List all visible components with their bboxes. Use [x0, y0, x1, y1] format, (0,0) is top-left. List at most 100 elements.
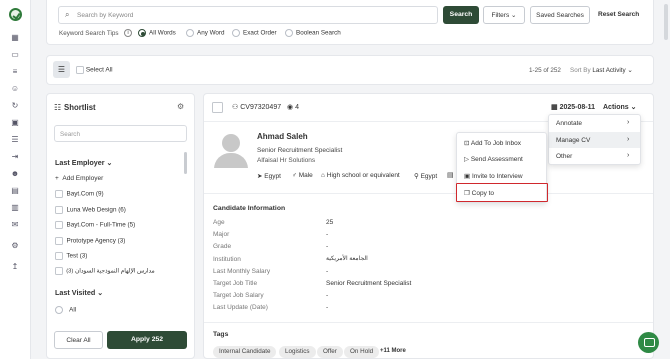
gender-icon: ♂ — [292, 172, 297, 179]
submenu-add-to-job-inbox[interactable]: ⊡ Add To Job Inbox — [464, 139, 521, 147]
checkbox-icon — [55, 206, 63, 214]
users-icon[interactable]: ☺ — [10, 84, 20, 94]
radio-all-words[interactable]: All Words — [138, 29, 176, 37]
add-user-icon[interactable]: ☻ — [10, 169, 20, 179]
settings-icon[interactable]: ⚙ — [10, 241, 20, 251]
tasks-icon[interactable]: ☰ — [10, 135, 20, 145]
app-logo-icon[interactable] — [9, 8, 22, 21]
dashboard-icon[interactable]: ▦ — [10, 33, 20, 43]
chevron-down-icon: ⌄ — [106, 158, 113, 167]
saved-searches-button[interactable]: Saved Searches — [530, 6, 590, 24]
actions-label: Actions — [603, 104, 629, 111]
info-value: - — [326, 268, 329, 275]
nationality-label: Egypt — [420, 173, 438, 180]
shortlist-search-input[interactable]: Search — [54, 125, 187, 142]
more-tags-link[interactable]: +11 More — [380, 348, 406, 354]
search-input[interactable]: ⌕ Search by Keyword — [58, 6, 438, 24]
scrollbar[interactable] — [184, 152, 187, 174]
refresh-icon[interactable]: ↻ — [10, 101, 20, 111]
sort-dropdown[interactable]: Sort By Last Activity ⌄ — [570, 67, 633, 74]
upload-icon[interactable]: ↥ — [10, 262, 20, 272]
chevron-down-icon: ⌄ — [511, 12, 517, 19]
radio-label: All Words — [149, 29, 176, 37]
page-scrollbar[interactable] — [664, 4, 668, 40]
apply-button[interactable]: Apply 252 — [107, 331, 187, 349]
plus-icon: + — [55, 175, 59, 182]
candidate-nationality: ⚲ Egypt — [414, 172, 437, 180]
nav-rail: ▦ ▭ ≡ ☺ ↻ ▣ ☰ ⇥ ☻ ▤ ▥ ✉ ⚙ ↥ — [0, 0, 31, 359]
views-label: 4 — [295, 104, 299, 111]
candidate-title: Senior Recruitment Specialist — [257, 147, 343, 154]
radio-boolean-search[interactable]: Boolean Search — [285, 29, 341, 37]
employer-option[interactable]: Bayt.Com - Full-Time (5) — [55, 221, 135, 229]
briefcase-icon[interactable]: ▣ — [10, 118, 20, 128]
employer-option[interactable]: مدارس الإلهام النموذجية السودان (3) — [55, 267, 155, 275]
tag-chip[interactable]: On Hold — [344, 346, 380, 358]
reset-search-link[interactable]: Reset Search — [598, 11, 639, 18]
chevron-down-icon: ⌄ — [97, 288, 104, 297]
calendar-icon[interactable]: ▥ — [10, 203, 20, 213]
radio-label: Any Word — [197, 29, 225, 37]
search-button[interactable]: Search — [443, 6, 479, 24]
monitor-icon[interactable]: ▭ — [10, 50, 20, 60]
add-to-job-inbox-label: Add To Job Inbox — [470, 140, 522, 147]
results-count: 1-25 of 252 — [529, 67, 561, 74]
tag-chip[interactable]: Offer — [317, 346, 343, 358]
calendar-icon: ▦ — [551, 104, 558, 111]
candidate-checkbox[interactable] — [212, 102, 223, 113]
submenu-invite-to-interview[interactable]: ▣ Invite to Interview — [464, 172, 523, 180]
mail-icon[interactable]: ✉ — [10, 220, 20, 230]
add-employer-button[interactable]: + Add Employer — [55, 175, 103, 182]
login-icon[interactable]: ⇥ — [10, 152, 20, 162]
employer-label: Bayt.Com (9) — [66, 190, 104, 198]
visited-all-radio[interactable]: All — [55, 306, 76, 314]
shortlist-title: Shortlist — [64, 103, 96, 112]
employer-option[interactable]: Prototype Agency (3) — [55, 237, 125, 245]
menu-item-annotate[interactable]: Annotate — [556, 120, 582, 127]
submenu-send-assessment[interactable]: ▷ Send Assessment — [464, 155, 523, 163]
radio-icon — [55, 306, 63, 314]
checkbox-icon — [55, 252, 63, 260]
employer-option[interactable]: Test (3) — [55, 252, 87, 260]
tag-chip[interactable]: Logistics — [279, 346, 316, 358]
employer-option[interactable]: Bayt.Com (9) — [55, 190, 104, 198]
candidate-id: ⚇ CV97320497 — [232, 103, 281, 111]
menu-item-other[interactable]: Other — [556, 153, 572, 160]
chat-icon[interactable] — [638, 332, 659, 353]
education-label: High school or equivalent — [326, 172, 400, 179]
radio-exact-order[interactable]: Exact Order — [232, 29, 277, 37]
checkbox-icon — [55, 190, 63, 198]
sort-label: Sort By — [570, 67, 591, 74]
checkbox-icon — [55, 221, 63, 229]
clear-all-button[interactable]: Clear All — [54, 331, 103, 349]
candidate-gender: ♂ Male — [292, 172, 313, 179]
last-employer-heading[interactable]: Last Employer ⌄ — [55, 158, 113, 167]
results-toolbar — [46, 55, 654, 85]
pin-icon: ⚲ — [414, 173, 419, 180]
list-icon[interactable]: ≡ — [10, 67, 20, 77]
settings-icon[interactable]: ⚙ — [177, 102, 184, 111]
employer-option[interactable]: Luna Web Design (6) — [55, 206, 126, 214]
info-value: الجامعة الأمريكية — [326, 256, 368, 262]
radio-label: Exact Order — [243, 29, 277, 37]
last-visited-heading[interactable]: Last Visited ⌄ — [55, 288, 103, 297]
toggle-sidebar-icon[interactable]: ☰ — [53, 61, 70, 78]
radio-any-word[interactable]: Any Word — [186, 29, 225, 37]
candidate-info-heading: Candidate Information — [213, 205, 286, 212]
submenu-copy-to[interactable]: ❐ Copy to — [464, 189, 494, 197]
document-icon[interactable]: ▤ — [10, 186, 20, 196]
send-icon: ▷ — [464, 156, 469, 163]
chevron-right-icon: › — [627, 152, 630, 159]
info-icon[interactable]: i — [124, 29, 132, 37]
actions-dropdown[interactable]: Actions ⌄ — [603, 103, 637, 111]
employer-label: Luna Web Design (6) — [66, 206, 126, 214]
checkbox-icon — [55, 267, 63, 275]
select-all-checkbox[interactable]: Select All — [76, 66, 113, 74]
filters-button[interactable]: Filters ⌄ — [483, 6, 525, 24]
person-icon: ⚇ — [232, 104, 239, 111]
employer-label: Prototype Agency (3) — [66, 237, 126, 245]
tag-chip[interactable]: Internal Candidate — [213, 346, 277, 358]
employer-label: مدارس الإلهام النموذجية السودان (3) — [66, 268, 155, 275]
candidate-name[interactable]: Ahmad Saleh — [257, 132, 308, 141]
info-label: Target Job Title — [213, 280, 258, 287]
